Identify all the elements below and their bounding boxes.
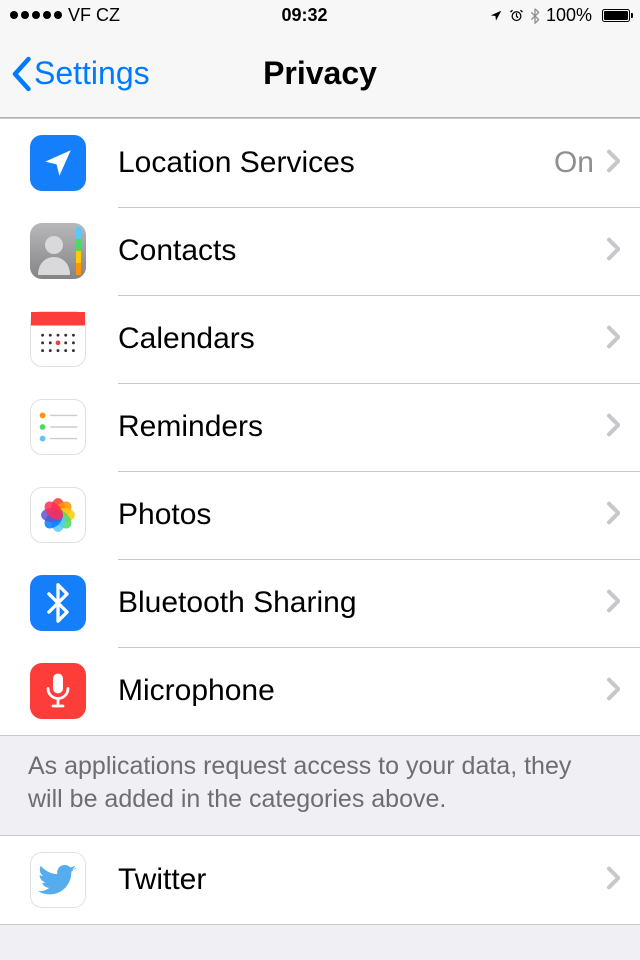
chevron-right-icon xyxy=(606,413,620,442)
row-twitter[interactable]: Twitter xyxy=(0,836,640,924)
chevron-right-icon xyxy=(606,866,620,895)
bluetooth-status-icon xyxy=(530,5,540,26)
row-label: Location Services xyxy=(118,146,554,180)
chevron-right-icon xyxy=(606,149,620,178)
alarm-icon xyxy=(509,5,524,26)
carrier-label: VF CZ xyxy=(68,5,120,26)
chevron-right-icon xyxy=(606,677,620,706)
section-footer-text: As applications request access to your d… xyxy=(0,736,640,835)
status-left: VF CZ xyxy=(10,5,120,26)
row-microphone[interactable]: Microphone xyxy=(0,647,640,735)
signal-strength-icon xyxy=(10,11,62,19)
chevron-left-icon xyxy=(10,56,32,92)
status-time: 09:32 xyxy=(281,5,327,26)
row-value: On xyxy=(554,146,594,180)
location-indicator-icon xyxy=(489,5,503,26)
row-reminders[interactable]: Reminders xyxy=(0,383,640,471)
privacy-list: Location Services On Contacts xyxy=(0,118,640,736)
status-right: 100% xyxy=(489,5,630,26)
chevron-right-icon xyxy=(606,325,620,354)
row-location-services[interactable]: Location Services On xyxy=(0,119,640,207)
bluetooth-icon xyxy=(30,575,86,631)
row-label: Contacts xyxy=(118,234,606,268)
battery-percent: 100% xyxy=(546,5,592,26)
battery-icon xyxy=(598,9,630,22)
chevron-right-icon xyxy=(606,237,620,266)
back-button[interactable]: Settings xyxy=(10,55,150,92)
row-bluetooth-sharing[interactable]: Bluetooth Sharing xyxy=(0,559,640,647)
back-label: Settings xyxy=(34,55,150,92)
row-contacts[interactable]: Contacts xyxy=(0,207,640,295)
chevron-right-icon xyxy=(606,589,620,618)
reminders-icon xyxy=(30,399,86,455)
row-label: Reminders xyxy=(118,410,606,444)
photos-icon xyxy=(30,487,86,543)
row-label: Calendars xyxy=(118,322,606,356)
chevron-right-icon xyxy=(606,501,620,530)
nav-bar: Settings Privacy xyxy=(0,30,640,118)
contacts-icon xyxy=(30,223,86,279)
microphone-icon xyxy=(30,663,86,719)
social-list: Twitter xyxy=(0,835,640,925)
row-calendars[interactable]: Calendars xyxy=(0,295,640,383)
location-icon xyxy=(30,135,86,191)
row-label: Bluetooth Sharing xyxy=(118,586,606,620)
row-photos[interactable]: Photos xyxy=(0,471,640,559)
twitter-icon xyxy=(30,852,86,908)
calendar-icon xyxy=(30,311,86,367)
row-label: Photos xyxy=(118,498,606,532)
row-label: Twitter xyxy=(118,863,606,897)
row-label: Microphone xyxy=(118,674,606,708)
status-bar: VF CZ 09:32 100% xyxy=(0,0,640,30)
